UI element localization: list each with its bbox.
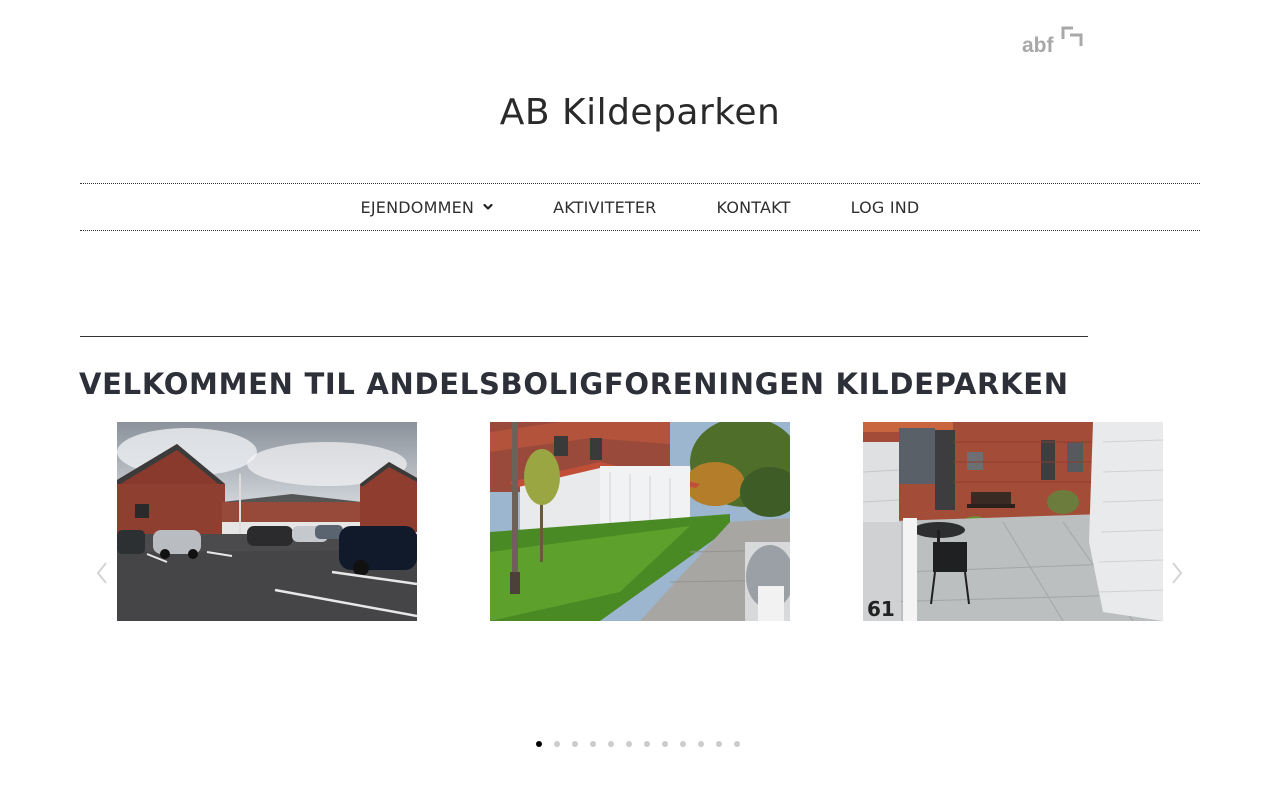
nav-item-log-ind[interactable]: LOG IND xyxy=(851,198,920,217)
nav-item-label: LOG IND xyxy=(850,197,920,217)
carousel-dot[interactable] xyxy=(680,741,686,747)
page: abf AB Kildeparken EJENDOMMEN AKTIVITETE… xyxy=(0,0,1280,800)
nav-item-ejendommen[interactable]: EJENDOMMEN xyxy=(361,198,494,217)
carousel-dot[interactable] xyxy=(662,741,668,747)
nav-item-kontakt[interactable]: KONTAKT xyxy=(717,198,791,217)
carousel-dot[interactable] xyxy=(644,741,650,747)
carousel-dot[interactable] xyxy=(626,741,632,747)
section-divider xyxy=(80,336,1088,337)
carousel-dot[interactable] xyxy=(716,741,722,747)
carousel-next-button[interactable] xyxy=(1168,559,1186,587)
main-nav: EJENDOMMEN AKTIVITETER KONTAKT LOG IND xyxy=(80,183,1200,231)
carousel-slide-garden[interactable] xyxy=(490,422,790,621)
nav-item-label: KONTAKT xyxy=(716,197,791,217)
carousel-dot[interactable] xyxy=(698,741,704,747)
carousel-dot[interactable] xyxy=(554,741,560,747)
site-title[interactable]: AB Kildeparken xyxy=(0,92,1280,133)
abf-logo-icon: abf xyxy=(1022,26,1083,57)
nav-item-label: EJENDOMMEN xyxy=(360,197,475,217)
carousel-slide-patio[interactable]: 61 xyxy=(863,422,1163,621)
carousel-pagination xyxy=(536,739,752,749)
carousel-slide-parking-lot[interactable] xyxy=(117,422,417,621)
carousel-dot[interactable] xyxy=(608,741,614,747)
chevron-down-icon xyxy=(483,203,493,210)
abf-logo-text: abf xyxy=(1022,34,1055,57)
svg-text:61: 61 xyxy=(867,597,895,621)
carousel-dot[interactable] xyxy=(734,741,740,747)
chevron-left-icon xyxy=(96,562,107,584)
carousel-prev-button[interactable] xyxy=(93,559,111,587)
nav-item-aktiviteter[interactable]: AKTIVITETER xyxy=(553,198,656,217)
patio-terrace-photo: 61 xyxy=(863,422,1163,621)
welcome-heading: VELKOMMEN TIL ANDELSBOLIGFORENINGEN KILD… xyxy=(79,367,1069,401)
garden-lawn-photo xyxy=(490,422,790,621)
carousel-dot[interactable] xyxy=(572,741,578,747)
nav-item-label: AKTIVITETER xyxy=(553,197,657,217)
carousel-dot[interactable] xyxy=(590,741,596,747)
parking-lot-photo xyxy=(117,422,417,621)
abf-logo[interactable]: abf xyxy=(1021,25,1083,57)
carousel-dot[interactable] xyxy=(536,741,542,747)
chevron-right-icon xyxy=(1172,562,1183,584)
